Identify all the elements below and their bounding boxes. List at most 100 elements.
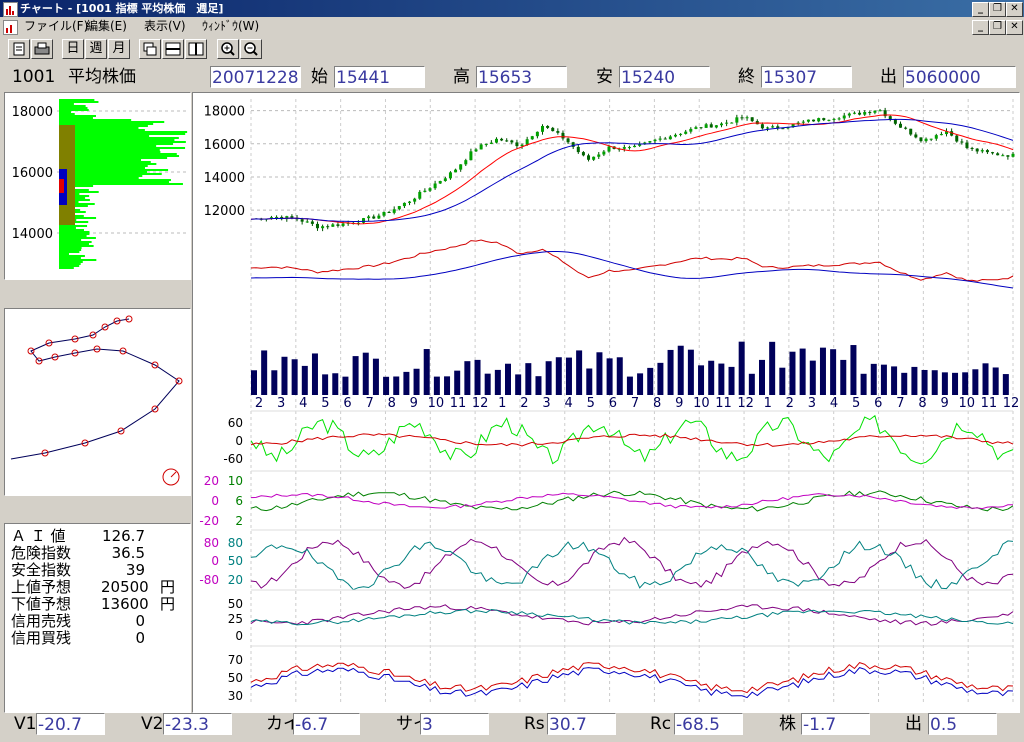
profile-bar xyxy=(59,245,94,247)
month-label: 7 xyxy=(896,396,904,411)
kabu-field[interactable]: -1.7 xyxy=(801,713,870,735)
profile-bar xyxy=(59,121,165,123)
volume-bar xyxy=(464,361,471,395)
ind4-tick-label: 25 xyxy=(228,612,243,626)
candle-body xyxy=(709,124,713,128)
doc-restore-button[interactable]: ❐ xyxy=(989,20,1006,35)
open-field[interactable]: 15441 xyxy=(334,66,425,88)
document-icon xyxy=(3,20,18,35)
ai-row-label: 上値予想 xyxy=(11,578,72,596)
high-field[interactable]: 15653 xyxy=(476,66,567,88)
profile-bar xyxy=(59,261,83,263)
v1-field[interactable]: -20.7 xyxy=(36,713,105,735)
menu-file[interactable]: ファイル(F) xyxy=(24,17,88,36)
v2-field[interactable]: -23.3 xyxy=(163,713,232,735)
volume-bar xyxy=(779,367,786,395)
profile-bar xyxy=(59,103,74,105)
profile-bar xyxy=(59,169,169,171)
candle-body xyxy=(305,221,309,223)
ai-row-value: 0 xyxy=(135,612,145,630)
candle-body xyxy=(443,178,447,181)
candle-body xyxy=(341,223,345,226)
price-volume-profile: 18000 16000 14000 xyxy=(12,99,188,269)
ind2-tick-label: 10 xyxy=(228,474,243,488)
price-profile-panel: 18000 16000 14000 xyxy=(4,92,191,280)
tile-horizontal-button[interactable] xyxy=(162,39,184,59)
candle-body xyxy=(372,216,376,219)
volume-bar xyxy=(687,349,694,395)
ai-row-label: Ａ Ｉ 値 xyxy=(11,527,66,545)
volume-bar xyxy=(840,359,847,395)
candle-body xyxy=(812,119,816,122)
doc-minimize-button[interactable]: _ xyxy=(972,20,989,35)
candle-body xyxy=(556,131,560,133)
ind3-teal-line xyxy=(250,540,1014,591)
print-button[interactable] xyxy=(31,39,53,59)
volume-bar xyxy=(281,356,288,395)
candle-body xyxy=(704,124,708,128)
weekly-button[interactable]: 週 xyxy=(85,39,107,59)
new-chart-button[interactable] xyxy=(8,39,30,59)
volume-bar xyxy=(952,372,959,395)
volume-bar xyxy=(759,359,765,395)
close-button[interactable]: ✕ xyxy=(1006,2,1023,17)
doc-close-button[interactable]: ✕ xyxy=(1006,20,1023,35)
low-field[interactable]: 15240 xyxy=(619,66,710,88)
month-label: 4 xyxy=(565,396,573,411)
rs-label: Rs xyxy=(524,714,545,734)
window-titlebar: チャート - [1001 指標 平均株価 週足] _ ❐ ✕ xyxy=(0,0,1024,17)
sai-field[interactable]: 3 xyxy=(420,713,489,735)
candle-body xyxy=(377,215,381,219)
main-chart: 180001600014000120002 3 4 5 6 7 8 9 10 11 12 1 2 3 4 5 6… xyxy=(199,99,1019,703)
maximize-button[interactable]: ❐ xyxy=(989,2,1006,17)
cascade-button[interactable] xyxy=(139,39,161,59)
candle-body xyxy=(494,138,498,143)
price-tick-label: 16000 xyxy=(204,138,245,153)
monthly-button[interactable]: 月 xyxy=(108,39,130,59)
date-field[interactable]: 20071228 xyxy=(210,66,301,88)
candle-body xyxy=(413,198,417,202)
volume-bar xyxy=(423,349,430,395)
kai-field[interactable]: -6.7 xyxy=(293,713,360,735)
low-label: 安 xyxy=(596,67,613,87)
candle-body xyxy=(663,138,667,140)
minimize-button[interactable]: _ xyxy=(972,2,989,17)
ind4-tick-label: 0 xyxy=(235,629,243,643)
candle-body xyxy=(684,131,688,134)
candle-body xyxy=(367,216,371,219)
volume-bar xyxy=(962,372,969,395)
ma-short-line xyxy=(250,114,1014,225)
candle-body xyxy=(658,138,662,140)
zoom-in-button[interactable] xyxy=(217,39,239,59)
zoom-out-button[interactable] xyxy=(240,39,262,59)
volume-bar xyxy=(860,373,867,395)
rs-field[interactable]: 30.7 xyxy=(547,713,616,735)
ai-row-label: 信用売残 xyxy=(11,612,72,630)
month-label: 9 xyxy=(675,396,683,411)
daily-button[interactable]: 日 xyxy=(62,39,84,59)
profile-bar xyxy=(59,247,82,249)
menu-window[interactable]: ｳｨﾝﾄﾞｳ(W) xyxy=(202,17,259,36)
ai-row-value: 0 xyxy=(135,629,145,647)
profile-bar xyxy=(59,111,72,113)
ind5-tick-label: 30 xyxy=(228,689,243,703)
close-field[interactable]: 15307 xyxy=(761,66,852,88)
month-label: 5 xyxy=(321,396,329,411)
volume-bar xyxy=(667,349,674,395)
profile-bar xyxy=(59,139,175,141)
month-label: 9 xyxy=(410,396,418,411)
month-label: 3 xyxy=(542,396,550,411)
candlesticks xyxy=(254,107,1015,232)
menu-edit[interactable]: 編集(E) xyxy=(86,17,127,36)
candle-body xyxy=(806,119,810,122)
menu-view[interactable]: 表示(V) xyxy=(144,17,186,36)
chart-app-icon xyxy=(3,2,18,17)
volume-field[interactable]: 5060000 xyxy=(903,66,1016,88)
profile-bar xyxy=(59,267,74,269)
month-label: 7 xyxy=(631,396,639,411)
rc-field[interactable]: -68.5 xyxy=(674,713,743,735)
de-field[interactable]: 0.5 xyxy=(928,713,997,735)
tile-vertical-button[interactable] xyxy=(185,39,207,59)
profile-bar xyxy=(59,257,81,259)
candle-body xyxy=(520,144,524,147)
